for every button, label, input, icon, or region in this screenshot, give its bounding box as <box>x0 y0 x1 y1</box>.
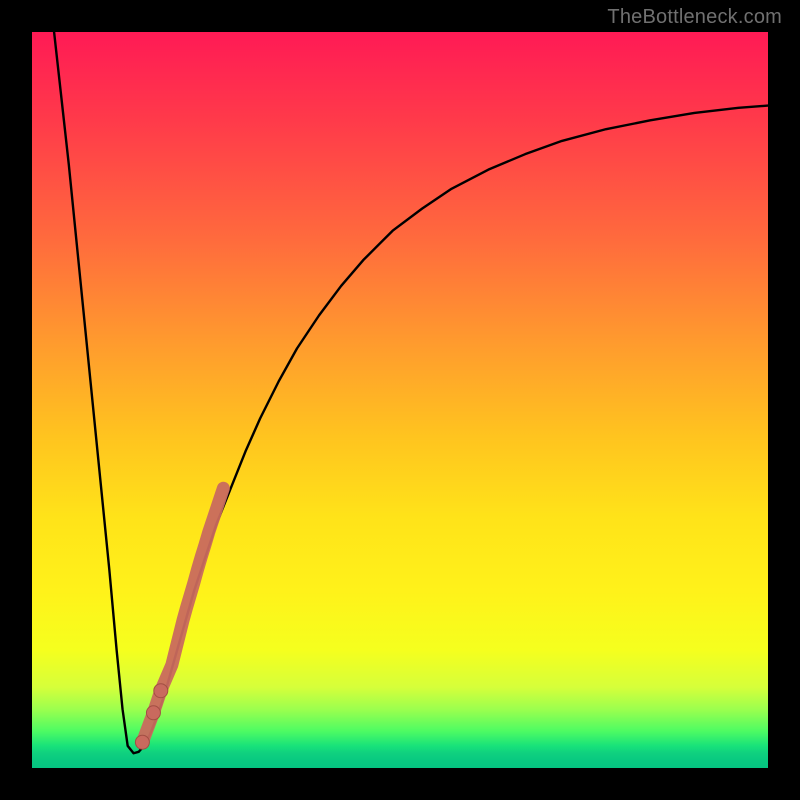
highlight-dot <box>154 684 168 698</box>
chart-frame: TheBottleneck.com <box>0 0 800 800</box>
bottleneck-curve-path <box>54 32 768 753</box>
highlight-dot <box>146 706 160 720</box>
highlight-band <box>142 488 223 742</box>
chart-svg <box>32 32 768 768</box>
highlight-dot <box>135 735 149 749</box>
watermark-text: TheBottleneck.com <box>607 6 782 29</box>
plot-area <box>32 32 768 768</box>
